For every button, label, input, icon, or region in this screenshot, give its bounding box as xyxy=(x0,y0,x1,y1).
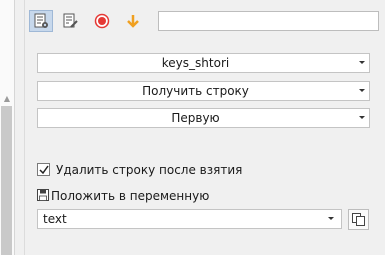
record-button[interactable] xyxy=(90,10,114,32)
list-edit-icon xyxy=(63,13,78,28)
list-settings-button[interactable] xyxy=(29,10,53,32)
list-name-select[interactable]: keys_shtori xyxy=(37,53,370,73)
list-name-value: keys_shtori xyxy=(161,56,230,70)
chevron-down-icon xyxy=(328,217,334,220)
chevron-down-icon xyxy=(359,89,365,92)
action-value: Получить строку xyxy=(142,84,249,98)
chevron-down-icon xyxy=(359,116,365,119)
scroll-up-icon[interactable]: ▲ xyxy=(1,94,13,104)
record-icon xyxy=(94,13,110,29)
save-to-variable-label: Положить в переменную xyxy=(51,189,210,203)
save-icon xyxy=(37,189,49,201)
search-input[interactable] xyxy=(158,11,379,31)
chevron-down-icon xyxy=(359,61,365,64)
list-settings-icon xyxy=(34,13,48,28)
copy-button[interactable] xyxy=(348,209,369,230)
arrow-down-icon xyxy=(127,15,139,28)
list-edit-button[interactable] xyxy=(58,10,82,32)
variable-select[interactable]: text xyxy=(37,209,342,229)
copy-icon xyxy=(352,213,365,226)
scrollbar-thumb[interactable] xyxy=(1,106,12,255)
action-select[interactable]: Получить строку xyxy=(37,81,370,101)
left-panel-scrollbar[interactable]: ▲ xyxy=(0,0,15,255)
arrow-down-button[interactable] xyxy=(121,10,145,32)
position-value: Первую xyxy=(171,111,220,125)
delete-after-take-label[interactable]: Удалить строку после взятия xyxy=(56,162,242,178)
checkmark-icon xyxy=(39,165,49,175)
position-select[interactable]: Первую xyxy=(37,108,370,128)
variable-value: text xyxy=(43,212,67,226)
delete-after-take-checkbox[interactable] xyxy=(37,163,50,176)
panel-divider xyxy=(24,0,25,255)
